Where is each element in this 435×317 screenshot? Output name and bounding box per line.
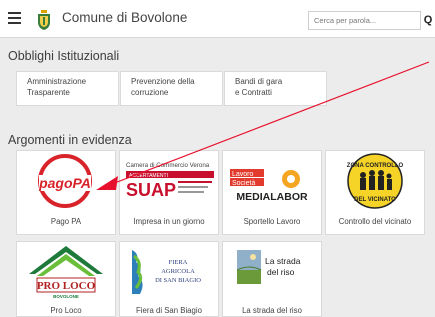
site-title[interactable]: Comune di Bovolone: [62, 10, 187, 25]
vicinato-logo: ZONA CONTROLLO DEL VICINATO: [347, 153, 404, 209]
obblighi-item-line1: Amministrazione: [27, 77, 87, 86]
obblighi-item-line1: Bandi di gara: [235, 77, 283, 86]
card-sportello-lavoro[interactable]: Lavoro Società MEDIALABOR Sportello Lavo…: [222, 150, 322, 235]
card-pro-loco[interactable]: PRO LOCO BOVOLONE Pro Loco: [16, 241, 116, 317]
suap-banner-sub: ACCERTAMENTI: [129, 173, 168, 179]
suap-logo-text: SUAP: [126, 180, 176, 200]
obblighi-item-line2: corruzione: [131, 87, 169, 97]
suap-banner-text: Camera di Commercio Verona: [126, 162, 210, 169]
pagopa-logo: pagoPA: [38, 154, 92, 208]
card-label: Impresa in un giorno: [133, 217, 205, 226]
search-input[interactable]: Cerca per parola...: [308, 11, 421, 30]
vicinato-bottom-text: DEL VICINATO: [354, 197, 396, 203]
card-label: Controllo del vicinato: [338, 217, 412, 226]
obblighi-item-bandi[interactable]: Bandi di gara e Contratti: [224, 71, 327, 106]
medialabor-tag2: Società: [232, 180, 255, 187]
proloco-logo-sub: BOVOLONE: [53, 294, 79, 299]
card-label: Sportello Lavoro: [243, 217, 301, 226]
fiera-logo-line1: FIERA: [169, 259, 188, 266]
card-label: Fiera di San Biagio: [136, 306, 202, 315]
obblighi-item-line1: Prevenzione della: [131, 77, 195, 86]
card-label: Pago PA: [50, 217, 82, 226]
municipal-crest-icon[interactable]: [36, 10, 52, 30]
fiera-logo: FIERA AGRICOLA DI SAN BIAGIO: [132, 250, 201, 294]
medialabor-tag1: Lavoro: [232, 171, 254, 178]
riso-logo-line2: del riso: [267, 267, 295, 277]
strada-del-riso-logo: La strada del riso: [236, 250, 301, 284]
menu-icon[interactable]: [8, 12, 21, 24]
card-label: La strada del riso: [242, 306, 302, 315]
vicinato-top-text: ZONA CONTROLLO: [347, 163, 404, 169]
suap-logo: Camera di Commercio Verona ACCERTAMENTI …: [126, 162, 214, 200]
card-fiera-di-san-biagio[interactable]: FIERA AGRICOLA DI SAN BIAGIO Fiera di Sa…: [119, 241, 219, 317]
site-header: Comune di Bovolone Cerca per parola... Q: [0, 0, 435, 38]
card-pago-pa[interactable]: pagoPA Pago PA: [16, 150, 116, 235]
fiera-logo-line2: AGRICOLA: [161, 268, 195, 275]
proloco-logo-text: PRO LOCO: [37, 280, 96, 292]
obblighi-item-line2: Trasparente: [27, 87, 70, 97]
pagopa-logo-text: pagoPA: [38, 175, 91, 191]
card-controllo-del-vicinato[interactable]: ZONA CONTROLLO DEL VICINATO Controllo de…: [325, 150, 425, 235]
card-impresa-in-un-giorno[interactable]: Camera di Commercio Verona ACCERTAMENTI …: [119, 150, 219, 235]
card-la-strada-del-riso[interactable]: La strada del riso La strada del riso: [222, 241, 322, 317]
obblighi-section-title: Obblighi Istituzionali: [8, 49, 120, 63]
riso-logo-line1: La strada: [265, 256, 301, 266]
search-button[interactable]: Q: [421, 11, 435, 30]
medialabor-logo-text: MEDIALABOR: [236, 191, 308, 203]
argomenti-section-title: Argomenti in evidenza: [8, 133, 132, 147]
obblighi-item-trasparenza[interactable]: Amministrazione Trasparente: [16, 71, 119, 106]
card-label: Pro Loco: [50, 306, 82, 315]
proloco-logo: PRO LOCO BOVOLONE: [29, 246, 103, 299]
obblighi-item-corruzione[interactable]: Prevenzione della corruzione: [120, 71, 223, 106]
medialabor-logo: Lavoro Società MEDIALABOR: [230, 169, 308, 203]
obblighi-item-line2: e Contratti: [235, 87, 272, 97]
fiera-logo-line3: DI SAN BIAGIO: [155, 277, 201, 284]
